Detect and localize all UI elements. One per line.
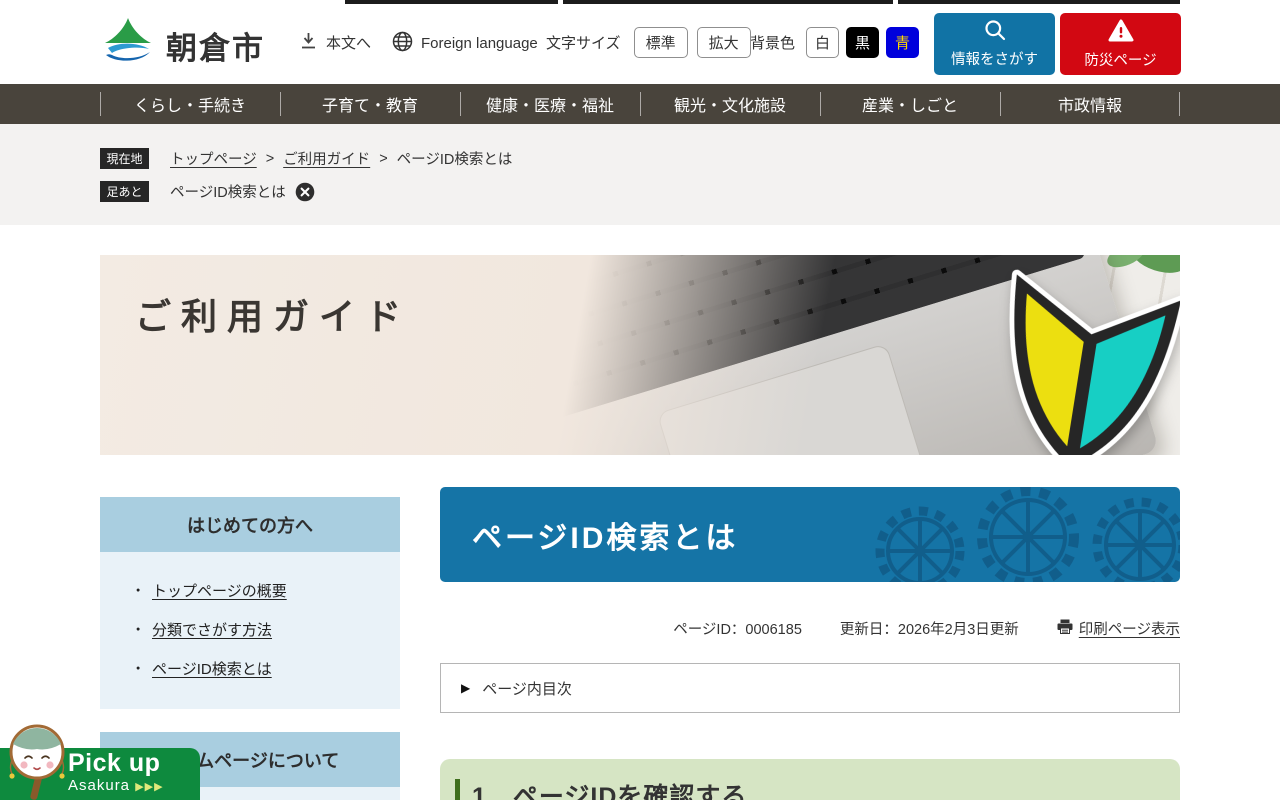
skip-to-content-link[interactable]: 本文へ [300,32,371,53]
pickup-line2: Asakura [68,777,131,794]
page-title: ページID検索とは [472,522,739,555]
section1-title: 1．ページIDを確認する [472,783,748,800]
breadcrumb-current: ページID検索とは [396,152,513,168]
footprint-badge: 足あと [100,181,149,202]
page: 朝倉市 本文へ Foreign language 文字サイズ 標準 拡大 背景色… [0,0,1280,800]
bg-white-button[interactable]: 白 [806,27,840,58]
nav-item-industry[interactable]: 産業・しごと [820,84,1000,124]
page-id: ページID：0006185 [673,622,802,638]
updated-date: 更新日：2026年2月3日更新 [839,622,1019,638]
breadcrumb-area: 現在地 トップページ > ご利用ガイド > ページID検索とは 足あと ページI… [0,124,1280,225]
section-heading-bar [455,779,460,800]
list-item: ページID検索とは [100,649,400,688]
globe-icon [392,31,413,56]
hero-gradient [100,255,1180,455]
bg-black-button[interactable]: 黒 [846,27,880,58]
toc-label: ページ内目次 [482,680,572,698]
page-toc-accordion[interactable]: ▶ ページ内目次 [440,663,1180,713]
breadcrumb-separator: > [379,150,388,167]
font-size-large-button[interactable]: 拡大 [696,27,751,58]
arrow-down-icon [300,32,317,53]
breadcrumb-separator: > [265,150,275,167]
mascot-doll-icon[interactable] [6,722,68,800]
sidebar-link-top-overview[interactable]: トップページの概要 [152,583,287,600]
section-heading: 1．ページIDを確認する [440,759,1180,800]
page-title-banner: ページID検索とは [440,487,1180,582]
nav-item-childcare[interactable]: 子育て・教育 [280,84,460,124]
nav-item-living[interactable]: くらし・手続き [100,84,280,124]
foreign-language-link[interactable]: Foreign language [392,31,538,56]
warning-icon [1108,19,1134,45]
global-nav: くらし・手続き 子育て・教育 健康・医療・福祉 観光・文化施設 産業・しごと 市… [0,84,1280,124]
page-meta: ページID：0006185 更新日：2026年2月3日更新 印刷ページ表示 [440,618,1180,639]
list-item: 分類でさがす方法 [100,610,400,649]
pickup-line1: Pick up [68,749,161,777]
search-icon [984,19,1006,44]
hero-banner: ご利用ガイド [100,255,1180,455]
sidebar-box1-title: はじめての方へ [100,497,400,552]
main-column: ページID検索とは ページID：0006185 更新日：2026年2月3日更新 … [440,487,1180,800]
hero-title: ご利用ガイド [135,296,412,337]
disaster-page-button[interactable]: 防災ページ [1060,13,1181,75]
site-header: 朝倉市 本文へ Foreign language 文字サイズ 標準 拡大 背景色… [0,4,1280,84]
pickup-arrows-icon: ▶▶▶ [135,781,164,793]
font-size-standard-button[interactable]: 標準 [633,27,688,58]
search-info-button[interactable]: 情報をさがす [934,13,1055,75]
breadcrumb: 現在地 トップページ > ご利用ガイド > ページID検索とは [100,148,512,169]
footprint-item[interactable]: ページID検索とは [170,181,286,202]
breadcrumb-link-top[interactable]: トップページ [170,148,257,169]
list-item: トップページの概要 [100,571,400,610]
background-color-controls: 背景色 白 黒 青 [750,27,920,58]
nav-item-health[interactable]: 健康・医療・福祉 [460,84,640,124]
font-size-label: 文字サイズ [546,35,621,52]
nav-item-tourism[interactable]: 観光・文化施設 [640,84,820,124]
nav-item-city-info[interactable]: 市政情報 [1000,84,1180,124]
site-name: 朝倉市 [166,31,265,66]
bg-blue-button[interactable]: 青 [886,27,920,58]
footprint-close-icon[interactable] [295,182,315,202]
background-color-label: 背景色 [750,35,796,52]
print-page-link[interactable]: 印刷ページ表示 [1079,618,1180,639]
sidebar-box-first-time: はじめての方へ トップページの概要 分類でさがす方法 ページID検索とは [100,497,400,709]
water-wheels-watermark-icon [860,487,1180,582]
location-badge: 現在地 [100,148,149,169]
footprint-row: 足あと ページID検索とは [100,181,315,202]
font-size-controls: 文字サイズ 標準 拡大 [546,27,751,58]
breadcrumb-link-guide[interactable]: ご利用ガイド [283,148,370,169]
city-logo-icon [100,15,156,76]
printer-icon [1057,619,1073,638]
triangle-right-icon: ▶ [461,681,471,695]
content-area: はじめての方へ トップページの概要 分類でさがす方法 ページID検索とは ホーム… [100,455,1180,800]
sidebar-link-page-id-search[interactable]: ページID検索とは [152,661,272,678]
sidebar-link-category-search[interactable]: 分類でさがす方法 [152,622,272,639]
site-logo[interactable]: 朝倉市 [100,15,265,76]
